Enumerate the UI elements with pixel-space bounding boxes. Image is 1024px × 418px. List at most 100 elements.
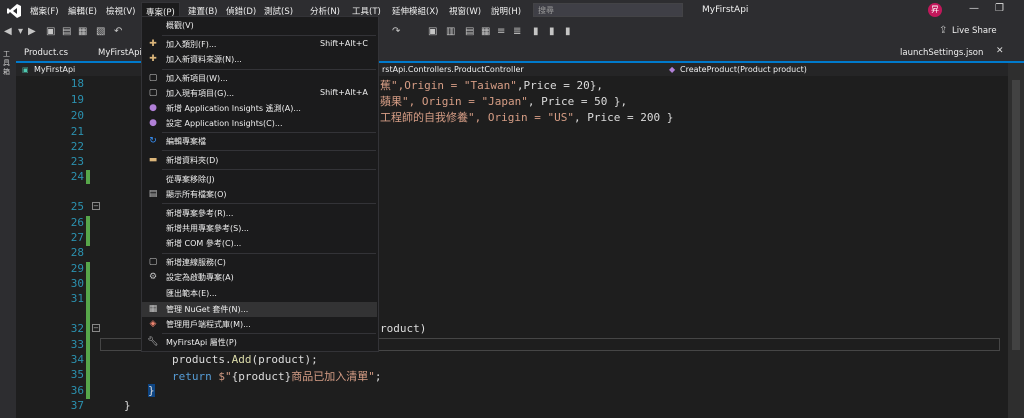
collapse-icon[interactable]: −: [92, 202, 100, 210]
menu-view[interactable]: 檢視(V): [106, 5, 135, 17]
minimize-button[interactable]: —: [969, 3, 979, 14]
tab-myfirstapi[interactable]: MyFirstApi: [98, 48, 142, 58]
menu-item-set-startup-project[interactable]: ⚙ 設定為啟動專案(A): [142, 270, 377, 285]
menu-item-new-folder[interactable]: ▬ 新增資料夾(D): [142, 153, 377, 168]
bookmark-prev-icon[interactable]: ▮: [549, 26, 555, 37]
live-share-button[interactable]: Live Share: [952, 26, 997, 36]
csharp-project-icon: ▣: [22, 66, 29, 74]
line-number: 24: [70, 170, 84, 183]
code-line-18: 蕉",Origin = "Taiwan",Price = 20},: [380, 79, 603, 92]
live-share-icon[interactable]: ⇪: [939, 25, 947, 36]
connected-service-icon: ▢: [148, 257, 158, 267]
open-folder-icon[interactable]: ▤: [62, 26, 71, 37]
menu-separator: [162, 35, 376, 36]
nuget-icon: ▦: [148, 304, 158, 314]
app-insights-icon: ●: [149, 103, 157, 113]
menu-file[interactable]: 檔案(F): [30, 5, 59, 17]
menu-item-add-shared-project-reference[interactable]: 新增共用專案參考(S)...: [142, 221, 377, 236]
folder-icon: ▬: [148, 155, 158, 165]
refresh-icon: ↻: [149, 136, 157, 146]
add-existing-item-icon: ▢: [148, 88, 158, 98]
line-number: 35: [70, 368, 84, 381]
undo-icon[interactable]: ↶: [114, 26, 122, 37]
comment-icon[interactable]: ≡: [497, 26, 505, 37]
line-number: 27: [70, 231, 84, 244]
menu-edit[interactable]: 編輯(E): [68, 5, 97, 17]
dropdown-arrow-icon[interactable]: ▾: [18, 26, 23, 37]
menu-item-configure-app-insights[interactable]: ● 設定 Application Insights(C)...: [142, 116, 377, 131]
menu-item-manage-nuget[interactable]: ▦ 管理 NuGet 套件(N)...: [142, 302, 377, 317]
menu-item-export-template[interactable]: 匯出範本(E)...: [142, 286, 377, 301]
menu-item-add-project-reference[interactable]: 新增專案參考(R)...: [142, 206, 377, 221]
toolbar-button-icon[interactable]: ▥: [446, 26, 455, 37]
search-input[interactable]: 搜尋: [533, 3, 683, 17]
redo-icon[interactable]: ↷: [392, 26, 400, 37]
menu-item-show-all-files[interactable]: ▤ 顯示所有檔案(O): [142, 187, 377, 202]
back-icon[interactable]: ◀: [4, 26, 12, 37]
project-dropdown[interactable]: MyFirstApi: [34, 65, 75, 74]
menu-item-overview[interactable]: 概觀(V): [142, 18, 377, 33]
collapse-icon[interactable]: −: [92, 324, 100, 332]
change-marker: [86, 262, 90, 399]
line-number: 20: [70, 109, 84, 122]
menu-item-add-app-insights[interactable]: ● 新增 Application Insights 遙測(A)...: [142, 101, 377, 116]
menu-window[interactable]: 視窗(W): [449, 5, 481, 17]
menu-separator: [162, 333, 376, 334]
change-marker: [86, 216, 90, 246]
toolbox-tab[interactable]: 工具箱: [3, 50, 13, 77]
code-line-37: }: [124, 399, 131, 412]
class-dropdown[interactable]: rstApi.Controllers.ProductController: [382, 65, 524, 74]
scrollbar-thumb[interactable]: [1012, 80, 1020, 350]
code-line-19: 蘋果", Origin = "Japan", Price = 50 },: [380, 95, 628, 108]
line-number: 23: [70, 155, 84, 168]
menu-item-properties[interactable]: 🔧︎ MyFirstApi 屬性(P): [142, 335, 377, 350]
menu-item-exclude-from-project[interactable]: 從專案移除(J): [142, 172, 377, 187]
menu-separator: [162, 132, 376, 133]
tab-product-cs[interactable]: Product.cs: [24, 48, 68, 58]
save-icon[interactable]: ▦: [78, 26, 87, 37]
show-all-files-icon: ▤: [148, 189, 158, 199]
code-line-34: products.Add(product);: [172, 353, 318, 366]
menu-separator: [162, 69, 376, 70]
code-line-35: return $"{product}商品已加入清單";: [172, 370, 382, 383]
tab-launchsettings[interactable]: launchSettings.json: [900, 48, 983, 58]
menu-item-add-existing-item[interactable]: ▢ 加入現有項目(G)... Shift+Alt+A: [142, 86, 377, 101]
menu-item-add-new-item[interactable]: ▢ 加入新項目(W)...: [142, 71, 377, 86]
close-icon[interactable]: ✕: [996, 46, 1004, 56]
menu-extensions[interactable]: 延伸模組(X): [392, 5, 438, 17]
add-datasource-icon: ✚: [149, 54, 157, 64]
code-line-36: }: [148, 384, 155, 397]
bookmark-icon[interactable]: ▮: [533, 26, 539, 37]
menu-separator: [162, 150, 376, 151]
menu-item-add-com-reference[interactable]: 新增 COM 參考(C)...: [142, 236, 377, 251]
menu-help[interactable]: 說明(H): [491, 5, 521, 17]
toolbar-button-icon[interactable]: ▦: [481, 26, 490, 37]
menu-item-add-datasource[interactable]: ✚ 加入新資料來源(N)...: [142, 52, 377, 67]
forward-icon[interactable]: ▶: [28, 26, 36, 37]
restore-button[interactable]: ❐: [995, 3, 1004, 14]
app-insights-settings-icon: ●: [149, 118, 157, 128]
bookmark-next-icon[interactable]: ▮: [565, 26, 571, 37]
line-number: 22: [70, 140, 84, 153]
menu-item-connected-service[interactable]: ▢ 新增連線服務(C): [142, 255, 377, 270]
menu-separator: [162, 253, 376, 254]
toolbar-button-icon[interactable]: ▣: [428, 26, 437, 37]
gear-icon: ⚙: [148, 272, 158, 282]
line-number: 31: [70, 292, 84, 305]
line-number: 29: [70, 262, 84, 275]
add-class-icon: ✚: [149, 39, 157, 49]
uncomment-icon[interactable]: ≣: [513, 26, 521, 37]
avatar[interactable]: 昇: [928, 3, 942, 17]
code-line-20: 工程師的自我修養", Origin = "US", Price = 200 }: [380, 111, 674, 124]
member-dropdown[interactable]: CreateProduct(Product product): [680, 65, 807, 74]
menu-item-edit-project-file[interactable]: ↻ 編輯專案檔: [142, 134, 377, 149]
line-number: 37: [70, 399, 84, 412]
line-number: 36: [70, 384, 84, 397]
save-all-icon[interactable]: ▧: [96, 26, 105, 37]
menu-item-manage-client-libraries[interactable]: ◈ 管理用戶端程式庫(M)...: [142, 317, 377, 332]
menu-item-add-class[interactable]: ✚ 加入類別(F)... Shift+Alt+C: [142, 37, 377, 52]
line-number: 33: [70, 338, 84, 351]
new-project-icon[interactable]: ▣: [46, 26, 55, 37]
toolbar-button-icon[interactable]: ▤: [465, 26, 474, 37]
visual-studio-logo-icon[interactable]: [6, 3, 22, 19]
